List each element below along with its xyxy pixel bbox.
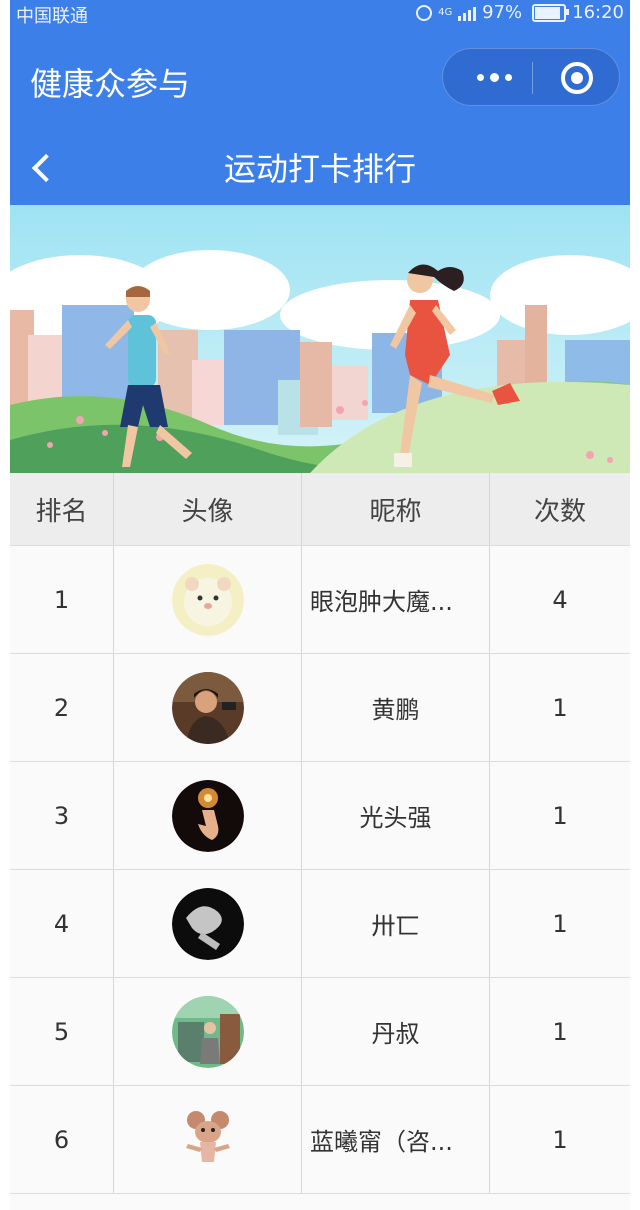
alarm-icon [416,4,433,21]
status-bar: 中国联通 4G 97% 16:20 [10,0,630,28]
nickname-cell: 眼泡肿大魔... [302,546,490,653]
count-cell: 1 [552,1017,568,1046]
avatar-cell [114,1086,302,1193]
count-cell: 1 [552,1125,568,1154]
capsule-menu [442,48,620,106]
nickname-cell: 黄鹏 [302,654,490,761]
header-count: 次数 [533,496,586,527]
hamster-avatar[interactable] [171,563,244,636]
network-label: 4G [438,7,453,18]
ranking-table: 排名 头像 昵称 次数 1 眼泡肿大魔... 4 2 黄鹏 1 3 光头强 1 … [10,473,630,1194]
count-cell: 1 [552,693,568,722]
rank-cell: 1 [10,546,114,653]
capsule-divider [532,62,533,94]
count-cell: 1 [552,909,568,938]
nickname-cell: 卅匸 [302,870,490,977]
battery-percent: 97% [482,2,523,23]
dark-smoke-avatar[interactable] [171,887,244,960]
battery-icon [532,3,570,22]
train-station-avatar[interactable] [171,995,244,1068]
running-banner-illustration [10,205,630,473]
status-right: 4G 97% 16:20 [416,2,624,23]
header-nickname: 昵称 [302,473,490,545]
nav-bar: 运动打卡排行 [10,130,630,205]
avatar-cell [114,978,302,1085]
table-row[interactable]: 1 眼泡肿大魔... 4 [10,546,630,654]
rank-cell: 5 [10,978,114,1085]
table-header: 排名 头像 昵称 次数 [10,473,630,546]
header-avatar: 头像 [114,473,302,545]
cartoon-mouse-avatar[interactable] [171,1103,244,1176]
table-row[interactable]: 5 丹叔 1 [10,978,630,1086]
avatar-cell [114,546,302,653]
phone-screen: 中国联通 4G 97% 16:20 健康众参与 运动打卡排行 排名 头像 昵称 … [10,0,630,1210]
rank-cell: 6 [10,1086,114,1193]
rank-cell: 2 [10,654,114,761]
avatar-cell [114,654,302,761]
page-title: 运动打卡排行 [223,150,416,188]
close-miniprogram-icon[interactable] [561,62,593,94]
avatar-cell [114,870,302,977]
nickname-cell: 蓝曦甯（咨... [302,1086,490,1193]
app-title: 健康众参与 [30,65,191,103]
avatar-cell [114,762,302,869]
nickname-cell: 光头强 [302,762,490,869]
rank-cell: 4 [10,870,114,977]
rank-cell: 3 [10,762,114,869]
table-row[interactable]: 2 黄鹏 1 [10,654,630,762]
miniprogram-header: 健康众参与 [10,28,630,130]
signal-icon [458,5,477,21]
carrier-label: 中国联通 [16,6,88,27]
hand-light-avatar[interactable] [171,779,244,852]
nickname-cell: 丹叔 [302,978,490,1085]
man-photo-avatar[interactable] [171,671,244,744]
count-cell: 1 [552,801,568,830]
table-row[interactable]: 6 蓝曦甯（咨... 1 [10,1086,630,1194]
header-rank: 排名 [10,473,114,545]
table-row[interactable]: 3 光头强 1 [10,762,630,870]
table-row[interactable]: 4 卅匸 1 [10,870,630,978]
more-icon[interactable] [469,67,519,87]
clock: 16:20 [572,2,624,23]
count-cell: 4 [552,585,568,614]
